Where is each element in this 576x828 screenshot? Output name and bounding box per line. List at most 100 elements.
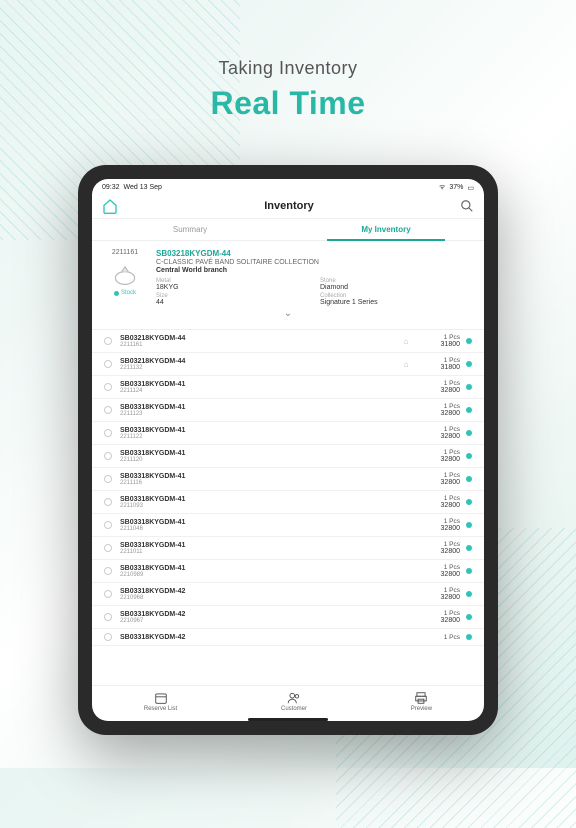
radio-icon[interactable] <box>104 521 112 529</box>
row-id: 2211116 <box>120 480 402 486</box>
status-dot-icon <box>466 453 472 459</box>
row-sku: SB03318KYGDM-41 <box>120 496 402 503</box>
row-sku: SB03318KYGDM-41 <box>120 381 402 388</box>
radio-icon[interactable] <box>104 590 112 598</box>
radio-icon[interactable] <box>104 544 112 552</box>
status-dot-icon <box>466 591 472 597</box>
detail-branch: Central World branch <box>156 267 472 274</box>
row-price: 32800 <box>410 387 460 394</box>
status-date: Wed 13 Sep <box>124 184 162 191</box>
row-id: 2211122 <box>120 434 402 440</box>
row-sku: SB03318KYGDM-41 <box>120 450 402 457</box>
row-price: 32800 <box>410 502 460 509</box>
row-pcs: 1 Pcs <box>410 541 460 548</box>
ring-icon <box>109 262 141 286</box>
row-id: 2211011 <box>120 549 402 555</box>
status-dot-icon <box>466 338 472 344</box>
row-id: 2210989 <box>120 572 402 578</box>
headline-sub: Taking Inventory <box>0 58 576 79</box>
tab-summary[interactable]: Summary <box>92 219 288 240</box>
flag-icon: ⌂ <box>402 337 410 346</box>
radio-icon[interactable] <box>104 383 112 391</box>
list-item[interactable]: SB03318KYGDM-4122110461 Pcs32800 <box>92 514 484 537</box>
list-item[interactable]: SB03318KYGDM-4122111221 Pcs32800 <box>92 422 484 445</box>
row-id: 2210967 <box>120 618 402 624</box>
reserve-list-button[interactable]: Reserve List <box>144 691 177 712</box>
radio-icon[interactable] <box>104 406 112 414</box>
row-price: 32800 <box>410 617 460 624</box>
tab-my-inventory[interactable]: My Inventory <box>288 219 484 240</box>
row-pcs: 1 Pcs <box>410 380 460 387</box>
item-detail-card: 2211161 Stock SB03218KYGDM-44 C-CLASSIC … <box>92 241 484 330</box>
tabs: Summary My Inventory <box>92 219 484 241</box>
list-item[interactable]: SB03318KYGDM-412211124 1 Pcs32800 <box>92 376 484 399</box>
preview-label: Preview <box>411 706 432 712</box>
row-id: 2211120 <box>120 457 402 463</box>
radio-icon[interactable] <box>104 475 112 483</box>
screen: 09:32 Wed 13 Sep ᯤ 37% ▭ Inventory Summa… <box>92 179 484 721</box>
chevron-down-icon[interactable]: ⌄ <box>104 306 472 321</box>
radio-icon[interactable] <box>104 613 112 621</box>
customer-label: Customer <box>281 706 307 712</box>
status-dot-icon <box>466 499 472 505</box>
row-id: 2211161 <box>120 342 402 348</box>
inventory-list[interactable]: SB03218KYGDM-442211161⌂1 Pcs31800SB03218… <box>92 330 484 685</box>
row-sku: SB03318KYGDM-42 <box>120 634 402 641</box>
row-price: 32800 <box>410 525 460 532</box>
status-dot-icon <box>466 522 472 528</box>
status-dot-icon <box>466 384 472 390</box>
home-indicator <box>248 718 328 721</box>
row-id: 2211132 <box>120 365 402 371</box>
list-item[interactable]: SB03218KYGDM-442211161⌂1 Pcs31800 <box>92 330 484 353</box>
status-bar: 09:32 Wed 13 Sep ᯤ 37% ▭ <box>92 179 484 194</box>
customer-button[interactable]: Customer <box>281 691 307 712</box>
reserve-label: Reserve List <box>144 706 177 712</box>
list-item[interactable]: SB03318KYGDM-412211116 1 Pcs32800 <box>92 468 484 491</box>
status-dot-icon <box>466 614 472 620</box>
list-item[interactable]: SB03318KYGDM-4122111231 Pcs32800 <box>92 399 484 422</box>
row-pcs: 1 Pcs <box>410 472 460 479</box>
radio-icon[interactable] <box>104 429 112 437</box>
row-pcs: 1 Pcs <box>410 403 460 410</box>
search-icon[interactable] <box>460 199 474 213</box>
row-sku: SB03318KYGDM-41 <box>120 404 402 411</box>
metal-value: 18KYG <box>156 284 308 291</box>
radio-icon[interactable] <box>104 360 112 368</box>
row-id: 2211046 <box>120 526 402 532</box>
nav-bar: Inventory <box>92 194 484 219</box>
row-sku: SB03318KYGDM-41 <box>120 565 402 572</box>
row-sku: SB03318KYGDM-41 <box>120 473 402 480</box>
radio-icon[interactable] <box>104 452 112 460</box>
radio-icon[interactable] <box>104 337 112 345</box>
row-sku: SB03318KYGDM-41 <box>120 427 402 434</box>
list-item[interactable]: SB03318KYGDM-4222109681 Pcs32800 <box>92 583 484 606</box>
home-icon[interactable] <box>102 198 118 214</box>
row-sku: SB03318KYGDM-42 <box>120 611 402 618</box>
list-item[interactable]: SB03318KYGDM-421 Pcs <box>92 629 484 646</box>
radio-icon[interactable] <box>104 633 112 641</box>
headline-main: Real Time <box>0 85 576 122</box>
size-value: 44 <box>156 299 308 306</box>
page-title: Inventory <box>264 200 314 212</box>
row-sku: SB03318KYGDM-41 <box>120 519 402 526</box>
status-time: 09:32 <box>102 184 120 191</box>
row-price: 32800 <box>410 479 460 486</box>
radio-icon[interactable] <box>104 567 112 575</box>
preview-button[interactable]: Preview <box>411 691 432 712</box>
row-price: 32800 <box>410 571 460 578</box>
list-item[interactable]: SB03318KYGDM-422210967 1 Pcs32800 <box>92 606 484 629</box>
list-item[interactable]: SB03318KYGDM-4122109891 Pcs32800 <box>92 560 484 583</box>
row-pcs: 1 Pcs <box>410 610 460 617</box>
list-item[interactable]: SB03318KYGDM-4122110931 Pcs32800 <box>92 491 484 514</box>
row-price: 32800 <box>410 548 460 555</box>
row-id: 2211123 <box>120 411 402 417</box>
radio-icon[interactable] <box>104 498 112 506</box>
row-price: 31800 <box>410 364 460 371</box>
row-id: 2211124 <box>120 388 402 394</box>
row-id: 2210968 <box>120 595 402 601</box>
list-item[interactable]: SB03218KYGDM-442211132⌂1 Pcs31800 <box>92 353 484 376</box>
status-dot-icon <box>466 430 472 436</box>
printer-icon <box>414 691 428 705</box>
list-item[interactable]: SB03318KYGDM-4122110111 Pcs32800 <box>92 537 484 560</box>
list-item[interactable]: SB03318KYGDM-4122111201 Pcs32800 <box>92 445 484 468</box>
